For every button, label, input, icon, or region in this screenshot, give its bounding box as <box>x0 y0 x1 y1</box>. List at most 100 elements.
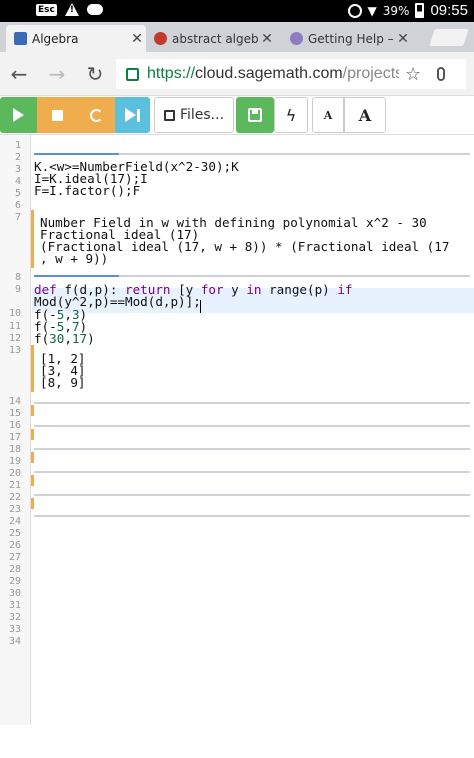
restart-button[interactable] <box>77 97 115 133</box>
line-number: 10 <box>8 308 21 319</box>
play-icon <box>13 108 24 122</box>
line-number: 1 <box>14 140 21 151</box>
font-large-label: A <box>358 105 372 125</box>
line-number: 13 <box>8 345 21 356</box>
line-number: 34 <box>8 636 21 647</box>
output-marker <box>31 345 34 392</box>
output-marker <box>31 429 34 440</box>
close-icon[interactable]: ✕ <box>128 31 146 47</box>
line-number: 26 <box>8 540 21 551</box>
line-number: 18 <box>8 444 21 455</box>
line-number: 2 <box>14 152 21 163</box>
mic-icon[interactable] <box>437 67 446 81</box>
close-icon[interactable]: ✕ <box>394 31 412 47</box>
esc-badge: Esc <box>36 3 57 16</box>
new-tab-button[interactable] <box>429 29 469 46</box>
output-line: [8, 9] <box>40 375 86 390</box>
line-number: 28 <box>8 564 21 575</box>
battery-icon <box>415 3 425 18</box>
forward-arrow-icon[interactable]: → <box>46 63 68 85</box>
line-number: 3 <box>14 164 21 175</box>
worksheet-editor[interactable]: 1 2 3 4 5 6 7 8 9 10 11 12 13 14 15 16 1… <box>0 134 474 758</box>
line-number: 8 <box>14 272 21 283</box>
bolt-icon: ϟ <box>285 105 297 125</box>
line-number: 19 <box>8 456 21 467</box>
tab-label: Getting Help – S <box>308 31 394 46</box>
step-forward-icon <box>125 108 140 122</box>
line-number: 11 <box>8 321 21 332</box>
text-cursor <box>200 300 201 313</box>
tab-abstract-algebra[interactable]: abstract algebra ✕ <box>146 25 276 52</box>
lock-icon <box>126 67 139 81</box>
font-smaller-button[interactable]: A <box>312 97 344 133</box>
cell-separator <box>34 494 470 496</box>
refresh-icon <box>89 108 103 122</box>
line-number: 15 <box>8 408 21 419</box>
folder-icon <box>163 109 175 121</box>
battery-percent: 39% <box>382 3 410 18</box>
alarm-icon <box>347 3 362 18</box>
close-icon[interactable]: ✕ <box>258 31 276 47</box>
cell-separator <box>34 515 470 517</box>
sage-help-icon <box>290 32 303 45</box>
tab-label: abstract algebra <box>172 31 258 46</box>
files-button[interactable]: Files... <box>154 97 234 133</box>
tab-algebra[interactable]: Algebra ✕ <box>6 25 146 52</box>
code-line-12[interactable]: f(30,17) <box>34 332 95 345</box>
line-number: 7 <box>14 212 21 223</box>
output-marker <box>31 498 34 509</box>
tab-label: Algebra <box>32 31 79 46</box>
line-number: 33 <box>8 624 21 635</box>
line-number: 27 <box>8 552 21 563</box>
status-bar: Esc ▼ 39% 09:55 <box>0 0 474 22</box>
line-number: 6 <box>14 200 21 211</box>
line-number: 14 <box>8 396 21 407</box>
line-number: 31 <box>8 600 21 611</box>
output-marker <box>31 452 34 463</box>
line-number: 23 <box>8 504 21 515</box>
line-number: 9 <box>14 284 21 295</box>
output-marker <box>31 475 34 486</box>
url-text: https://cloud.sagemath.com/projects/9 <box>147 65 399 82</box>
line-number: 30 <box>8 588 21 599</box>
stackexchange-icon <box>154 32 167 45</box>
run-next-button[interactable] <box>115 97 150 133</box>
font-larger-button[interactable]: A <box>344 97 386 133</box>
cell-separator <box>34 471 470 473</box>
line-number: 29 <box>8 576 21 587</box>
output-line: , w + 9)) <box>40 251 109 266</box>
cell-separator <box>34 153 470 155</box>
line-number: 24 <box>8 516 21 527</box>
run-button[interactable] <box>0 97 37 133</box>
back-arrow-icon[interactable]: ← <box>8 63 30 85</box>
cell-separator <box>34 425 470 427</box>
warning-icon <box>64 3 79 16</box>
line-number-gutter: 1 2 3 4 5 6 7 8 9 10 11 12 13 14 15 16 1… <box>0 135 31 725</box>
cell-separator <box>34 402 470 404</box>
line-number: 22 <box>8 492 21 503</box>
address-bar: ← → ↻ https://cloud.sagemath.com/project… <box>0 52 474 96</box>
cell-separator <box>34 275 470 277</box>
save-button[interactable] <box>236 97 274 133</box>
files-label: Files... <box>179 107 225 123</box>
clock: 09:55 <box>430 2 468 19</box>
star-icon[interactable]: ☆ <box>405 64 421 85</box>
line-number: 12 <box>8 333 21 344</box>
output-marker <box>31 405 34 416</box>
wifi-icon: ▼ <box>367 3 377 18</box>
code-line-5[interactable]: F=I.factor();F <box>34 184 140 197</box>
line-number: 32 <box>8 612 21 623</box>
cell-separator <box>34 448 470 450</box>
reload-icon[interactable]: ↻ <box>84 63 106 85</box>
line-number: 5 <box>14 188 21 199</box>
tab-getting-help[interactable]: Getting Help – S ✕ <box>282 25 412 52</box>
sage-icon <box>14 32 27 45</box>
line-number: 17 <box>8 432 21 443</box>
line-number: 25 <box>8 528 21 539</box>
line-number: 21 <box>8 480 21 491</box>
stop-icon <box>51 109 63 121</box>
floppy-icon <box>248 108 262 122</box>
stop-button[interactable] <box>37 97 77 133</box>
timetravel-button[interactable]: ϟ <box>274 97 308 133</box>
url-field[interactable]: https://cloud.sagemath.com/projects/9 ☆ <box>116 59 466 89</box>
